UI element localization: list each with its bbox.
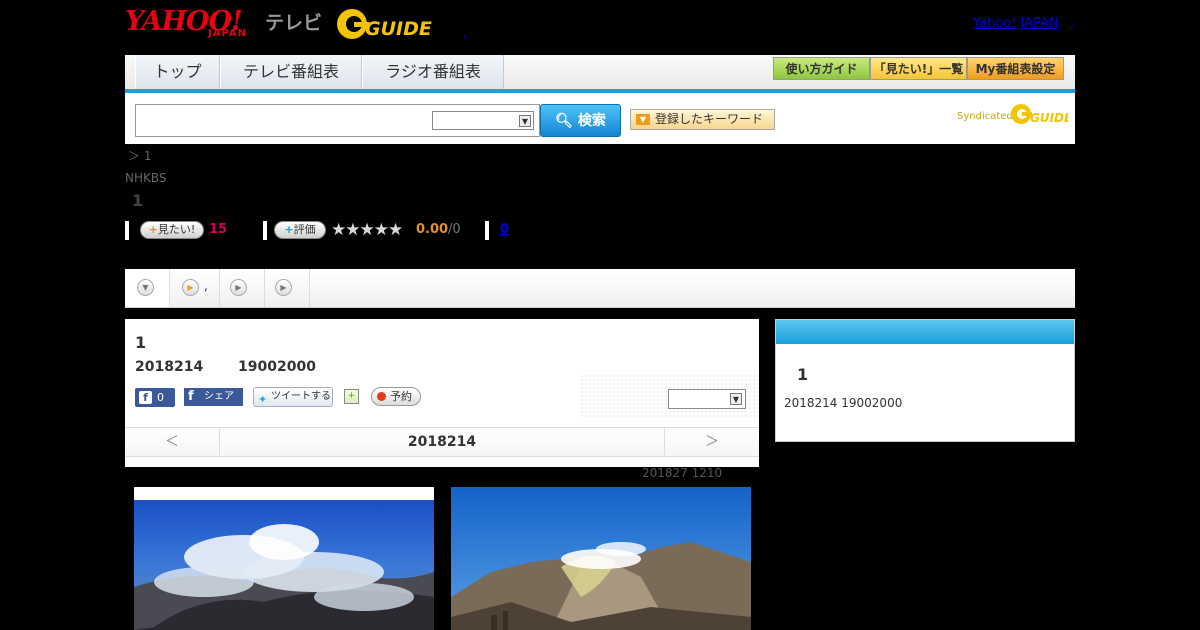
facebook-like-button[interactable]: f 0: [135, 388, 175, 407]
divider: [263, 221, 267, 240]
side-program-datetime: 2018214 19002000: [784, 396, 903, 410]
site-header: YAHOO! JAPAN テレビ GUIDE , Yahoo! JAPAN ,: [125, 0, 1075, 55]
breadcrumb[interactable]: ＞ 1: [128, 147, 151, 164]
want-button[interactable]: +見たい!: [140, 221, 204, 239]
gguide-logo-icon: GUIDE: [337, 9, 432, 40]
facebook-share-label: シェア: [204, 391, 234, 402]
side-panel: 1 2018214 19002000: [775, 319, 1075, 442]
reserve-button[interactable]: 予約: [371, 387, 421, 406]
nav-tab-top[interactable]: トップ: [135, 55, 220, 89]
last-updated: 201827 1210: [642, 466, 723, 480]
previous-day-button[interactable]: ＜: [125, 428, 220, 457]
guide-button[interactable]: 使い方ガイド: [773, 57, 870, 80]
twitter-bird-icon: ✦: [258, 393, 268, 406]
gguide-logo-text: GUIDE: [365, 18, 432, 40]
top-link-separator: ,: [1070, 16, 1075, 31]
yahoo-japan-link[interactable]: Yahoo! JAPAN: [973, 16, 1059, 31]
rate-button-label: 評価: [293, 223, 316, 236]
review-count-link[interactable]: 0: [500, 222, 509, 237]
reserve-label: 予約: [390, 390, 412, 403]
program-subtabs: ▼ ▶ , ▶ ▶: [125, 269, 1075, 308]
program-panel: 1 2018214 19002000 f 0 f シェア ✦ ツイートする + …: [125, 319, 759, 467]
facebook-share-button[interactable]: f シェア: [184, 388, 243, 406]
side-program-title: 1: [797, 365, 809, 384]
facebook-icon: f: [188, 389, 194, 404]
saved-keywords-label: 登録したキーワード: [655, 112, 764, 126]
want-list-button[interactable]: 「見たい!」一覧: [870, 57, 967, 80]
nav-tab-radio-schedule[interactable]: ラジオ番組表: [362, 55, 504, 89]
calendar-add-icon[interactable]: +: [344, 389, 359, 404]
station-name: NHKBS: [125, 171, 167, 185]
program-stats: +見たい! 15 +評価 ★★★★★ 0.00 /0 0: [125, 220, 725, 242]
rating-stars: ★★★★★: [331, 220, 403, 240]
tv-logo[interactable]: テレビ: [265, 8, 322, 35]
play-icon: ▶: [230, 279, 247, 296]
triangle-down-icon: ▼: [636, 114, 650, 125]
yahoo-japan-sublogo: JAPAN: [208, 28, 247, 39]
main-nav: トップ テレビ番組表 ラジオ番組表 使い方ガイド 「見たい!」一覧 My番組表設…: [125, 55, 1075, 93]
search-button-label: 検索: [577, 113, 606, 129]
pager-date: 2018214: [407, 434, 477, 450]
chevron-down-icon: ▼: [137, 279, 154, 296]
header-separator: ,: [463, 26, 467, 40]
search-icon: 🔍︎: [555, 113, 573, 129]
tab-overview[interactable]: ▼: [125, 269, 170, 307]
program-time: 19002000: [238, 359, 316, 375]
program-photo[interactable]: [134, 487, 434, 630]
play-icon: ▶: [182, 279, 199, 296]
want-button-label: 見たい!: [157, 223, 196, 236]
search-bar: ▼ 🔍︎ 検索 ▼ 登録したキーワード Syndicated GUIDE: [125, 93, 1075, 144]
side-panel-header: [776, 320, 1074, 344]
chevron-down-icon: ▼: [730, 393, 742, 405]
chevron-down-icon: ▼: [519, 115, 531, 127]
facebook-icon: f: [139, 391, 152, 404]
rating-count: /0: [448, 222, 461, 237]
search-category-select[interactable]: ▼: [432, 111, 534, 130]
next-day-button[interactable]: ＞: [664, 428, 759, 457]
tweet-button[interactable]: ✦ ツイートする: [253, 387, 333, 407]
facebook-like-count: 0: [157, 391, 164, 404]
program-photo[interactable]: [451, 487, 751, 630]
rating-value: 0.00: [416, 222, 449, 237]
want-count: 15: [209, 222, 228, 237]
plus-icon: +: [284, 223, 294, 236]
my-schedule-settings-button[interactable]: My番組表設定: [967, 57, 1064, 80]
play-icon: ▶: [275, 279, 292, 296]
program-select[interactable]: ▼: [668, 389, 746, 409]
divider: [485, 221, 489, 240]
nav-tab-tv-schedule[interactable]: テレビ番組表: [220, 55, 362, 89]
record-icon: [377, 392, 386, 401]
page-title: 1: [132, 191, 144, 210]
date-pager: ＜ 2018214 ＞: [125, 427, 759, 457]
gguide-logo[interactable]: GUIDE: [335, 6, 435, 42]
tab-related[interactable]: ▶: [265, 269, 310, 307]
saved-keywords-button[interactable]: ▼ 登録したキーワード: [630, 109, 775, 130]
program-date: 2018214: [135, 359, 204, 375]
gguide-small-logo-icon: GUIDE: [1011, 104, 1073, 125]
syndicated-logo-text: GUIDE: [1030, 111, 1068, 125]
tweet-label: ツイートする: [271, 391, 331, 402]
plus-icon: +: [148, 223, 158, 236]
syndicated-label: Syndicated: [957, 111, 1013, 122]
volcano-photo-image: [134, 487, 434, 630]
syndicated-gguide-logo: GUIDE: [1010, 101, 1073, 131]
program-title: 1: [135, 333, 147, 352]
search-button[interactable]: 🔍︎ 検索: [540, 104, 621, 137]
mountain-photo-image: [451, 487, 751, 630]
tab-cast[interactable]: ▶: [220, 269, 265, 307]
divider: [125, 221, 129, 240]
tab-detail-separator: ,: [204, 279, 208, 293]
tab-detail[interactable]: ▶ ,: [170, 269, 220, 307]
rate-button[interactable]: +評価: [274, 221, 326, 239]
